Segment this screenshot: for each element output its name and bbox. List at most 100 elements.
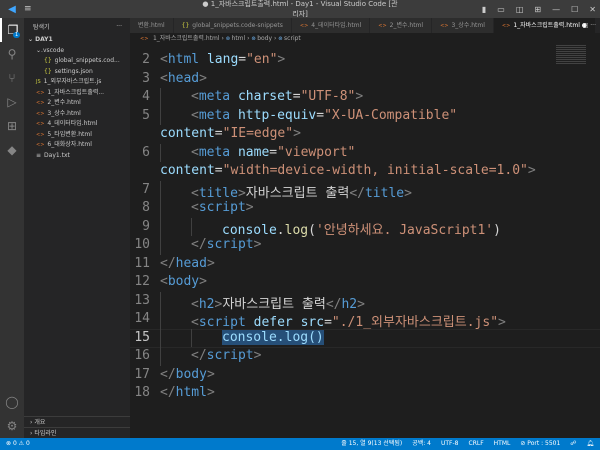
tree-item[interactable]: <> 6_대화상자.html — [24, 140, 130, 151]
tab[interactable]: <> 1_자바스크립트출력.html ● — [493, 18, 597, 33]
code-line: <meta charset="UTF-8"> — [191, 89, 363, 104]
tree-item[interactable]: {} settings.json — [24, 67, 130, 78]
live-server-port[interactable]: ⊘ Port : 5501 — [520, 438, 560, 450]
indent-guide — [191, 328, 192, 347]
language-mode[interactable]: HTML — [494, 438, 511, 450]
source-control-icon[interactable]: ⑂ — [0, 66, 24, 90]
selected-text: console.log() — [222, 329, 324, 345]
code-token: </ — [160, 366, 176, 382]
code-token: 자바스크립트 출력 — [245, 185, 350, 201]
html-icon: <> — [36, 121, 45, 127]
code-line: <body> — [160, 274, 207, 289]
txt-icon: ≡ — [36, 151, 42, 159]
tree-item[interactable]: <> 4_데이터타입.html — [24, 119, 130, 130]
tree-item[interactable]: ≡ Day1.txt — [24, 151, 130, 162]
code-line: </script> — [191, 237, 261, 252]
close-button[interactable]: ✕ — [589, 5, 596, 14]
tree-item[interactable]: JS 1_외부자바스크립트.js — [24, 77, 130, 88]
code-editor[interactable]: 2 <html lang="en"> 3 <head> 4 <meta charset="… — [130, 44, 600, 438]
customize-layout-icon[interactable]: ⊞ — [534, 5, 541, 14]
code-token: meta — [198, 89, 231, 104]
line-number: 9 — [142, 218, 150, 234]
accounts-icon[interactable]: ☍ — [570, 438, 576, 450]
tab[interactable]: <> 4_데이터타입.html — [291, 18, 371, 33]
outline-section[interactable]: › 개요 — [24, 416, 130, 427]
timeline-label: 타임라인 — [34, 430, 57, 437]
python-icon[interactable]: ◆ — [0, 138, 24, 162]
code-token: 자바스크립트 출력 — [222, 296, 326, 312]
code-token: </ — [160, 255, 176, 271]
toggle-panel-icon[interactable]: ▭ — [497, 5, 505, 14]
account-icon[interactable]: ◯ — [0, 390, 24, 414]
encoding[interactable]: UTF-8 — [441, 438, 459, 450]
tree-item[interactable]: {} global_snippets.cod... — [24, 56, 130, 67]
menu-icon[interactable]: ≡ — [24, 4, 38, 14]
indent-guide — [160, 236, 161, 255]
code-token: </ — [191, 348, 207, 363]
tree-item[interactable]: <> 2_변수.html — [24, 98, 130, 109]
code-token: "width=device-width, initial-scale=1.0" — [222, 163, 528, 178]
title-bar: ◀ ≡ ● 1_자바스크립트출력.html - Day1 - Visual St… — [0, 0, 600, 18]
split-editor-icon[interactable]: ◫ — [583, 22, 589, 29]
minimize-button[interactable]: — — [552, 5, 560, 14]
code-token: < — [160, 52, 168, 67]
tab-label: 2_변수.html — [389, 22, 424, 29]
tree-item[interactable]: <> 1_자바스크립트출력... — [24, 88, 130, 99]
timeline-section[interactable]: › 타임라인 — [24, 427, 130, 438]
breadcrumb-item[interactable]: html — [232, 35, 246, 42]
explorer-icon[interactable]: ❐ 1 — [0, 18, 24, 42]
settings-gear-icon[interactable]: ⚙ — [0, 414, 24, 438]
line-number: 6 — [142, 144, 150, 160]
more-actions-icon[interactable]: ··· — [590, 22, 596, 29]
breadcrumb-item[interactable]: body — [257, 35, 272, 42]
tree-item[interactable]: <> 5_타입변환.html — [24, 130, 130, 141]
code-line: <script defer src="./1_외부자바스크립트.js"> — [191, 311, 506, 330]
line-number: 5 — [142, 107, 150, 123]
line-ending[interactable]: CRLF — [469, 438, 484, 450]
indent-guide — [160, 310, 161, 329]
extensions-icon[interactable]: ⊞ — [0, 114, 24, 138]
tree-item[interactable]: <> 3_상수.html — [24, 109, 130, 120]
split-layout-icon[interactable]: ◫ — [516, 5, 524, 14]
editor-tabs: 변환.html{} global_snippets.code-snippets <>… — [130, 18, 600, 33]
more-actions-icon[interactable]: ··· — [116, 23, 122, 30]
code-line: </script> — [191, 348, 261, 363]
folder-root[interactable]: ⌄ DAY1 — [24, 35, 130, 46]
code-token: > — [404, 185, 412, 201]
code-token: < — [191, 144, 199, 160]
code-token: head — [175, 255, 207, 271]
breadcrumb-item[interactable]: 1_자바스크립트출력.html — [153, 35, 220, 42]
tab[interactable]: <> 3_상수.html — [432, 18, 494, 33]
tab[interactable]: 변환.html — [130, 18, 174, 33]
line-number: 13 — [134, 292, 150, 308]
breadcrumb-item[interactable]: script — [284, 35, 301, 42]
explorer-title: 탐색기 — [33, 24, 50, 31]
code-token: log — [284, 222, 309, 238]
run-debug-icon[interactable]: ▷ — [0, 90, 24, 114]
tab-label: 1_자바스크립트출력.html — [513, 22, 580, 29]
minimap[interactable] — [556, 44, 586, 64]
indentation[interactable]: 공백: 4 — [412, 438, 431, 450]
outline-label: 개요 — [34, 419, 46, 426]
code-token: = — [214, 163, 223, 178]
code-token: </ — [349, 185, 365, 201]
code-token: "en" — [246, 52, 278, 67]
html-icon: <> — [36, 89, 45, 96]
code-token: h2 — [198, 296, 215, 312]
search-icon[interactable]: ⚲ — [0, 42, 24, 66]
js-icon: JS — [36, 79, 41, 85]
html-icon: <> — [36, 142, 45, 148]
code-token: > — [355, 89, 364, 104]
tab[interactable]: {} global_snippets.code-snippets — [173, 18, 292, 33]
root-label: DAY1 — [35, 36, 53, 43]
maximize-button[interactable]: ☐ — [571, 5, 578, 14]
tree-item[interactable]: ⌄.vscode — [24, 46, 130, 57]
cursor-position[interactable]: 줄 15, 열 9(13 선택됨) — [341, 438, 402, 450]
toggle-sidebar-icon[interactable]: ▮ — [482, 5, 486, 14]
line-number: 16 — [134, 348, 150, 363]
code-token: content — [160, 163, 215, 178]
tab[interactable]: <> 2_변수.html — [370, 18, 433, 33]
notifications-icon[interactable]: 🔔︎ — [586, 438, 594, 450]
code-line: <h2>자바스크립트 출력</h2> — [191, 293, 365, 312]
problems-indicator[interactable]: ⊗ 0 ⚠ 0 — [0, 438, 30, 450]
